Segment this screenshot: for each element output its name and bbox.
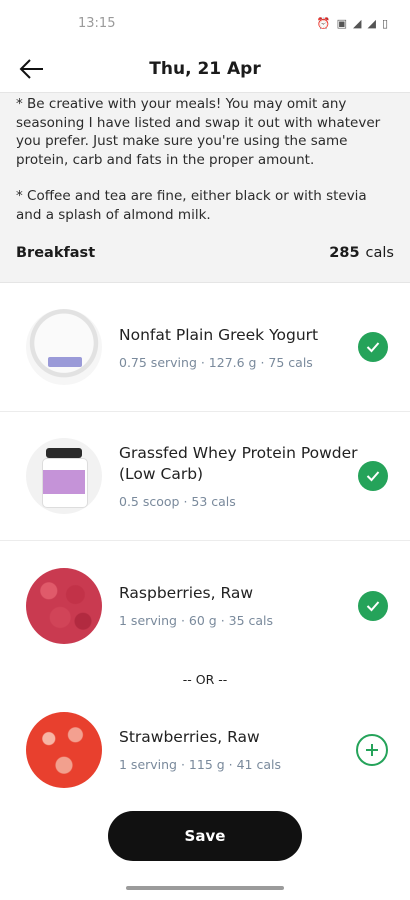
food-item[interactable]: Grassfed Whey Protein Powder (Low Carb) … (0, 412, 410, 541)
food-serving-info: 1 serving · 60 g · 35 cals (119, 613, 274, 628)
status-bar: 13:15 ⏰ ▣ ◢ ◢ ▯ (0, 0, 410, 46)
arrow-left-icon (19, 59, 43, 79)
meal-notes: * Be creative with your meals! You may o… (0, 93, 410, 224)
food-item[interactable]: Raspberries, Raw 1 serving · 60 g · 35 c… (0, 541, 410, 670)
or-divider: -- OR -- (182, 672, 228, 687)
note-text: * Coffee and tea are fine, either black … (16, 188, 367, 223)
signal-icon: ◢ (353, 16, 362, 30)
nfc-icon: ▣ (336, 16, 347, 30)
food-item[interactable]: Strawberries, Raw 1 serving · 115 g · 41… (0, 690, 410, 809)
note-text: * Be creative with your meals! You may o… (16, 96, 381, 168)
signal-icon: ◢ (367, 16, 376, 30)
food-name: Strawberries, Raw (119, 728, 260, 746)
food-name: Nonfat Plain Greek Yogurt (119, 325, 319, 344)
status-icons: ⏰ ▣ ◢ ◢ ▯ (317, 17, 388, 30)
food-image-raspberries (26, 567, 102, 644)
food-image-yogurt (26, 309, 102, 385)
meal-section-header: Breakfast 285 cals (0, 224, 410, 283)
alarm-icon: ⏰ (316, 16, 331, 30)
add-icon[interactable] (356, 733, 388, 766)
check-icon[interactable] (358, 461, 388, 491)
page-title: Thu, 21 Apr (149, 59, 261, 79)
food-name: Grassfed Whey Protein Powder (Low Carb) (119, 444, 358, 483)
food-serving-info: 1 serving · 115 g · 41 cals (119, 757, 281, 772)
meal-name: Breakfast (16, 245, 96, 261)
food-image-protein-jar (26, 438, 102, 514)
status-time: 13:15 (78, 15, 116, 31)
gesture-nav-bar[interactable] (126, 886, 284, 890)
meal-calories-value: 285 (329, 245, 360, 261)
food-serving-info: 0.5 scoop · 53 cals (119, 494, 236, 509)
food-name: Raspberries, Raw (119, 584, 254, 602)
meal-calories-unit: cals (365, 245, 394, 261)
save-button[interactable]: Save (108, 811, 302, 861)
food-image-strawberries (26, 711, 102, 788)
battery-icon: ▯ (381, 16, 388, 30)
check-icon[interactable] (358, 590, 388, 621)
food-serving-info: 0.75 serving · 127.6 g · 75 cals (119, 354, 313, 370)
food-item[interactable]: Nonfat Plain Greek Yogurt 0.75 serving ·… (0, 283, 410, 412)
meal-calories: 285 cals (329, 245, 394, 261)
back-button[interactable] (16, 54, 46, 84)
check-icon[interactable] (358, 332, 388, 362)
app-bar: Thu, 21 Apr (0, 46, 410, 93)
